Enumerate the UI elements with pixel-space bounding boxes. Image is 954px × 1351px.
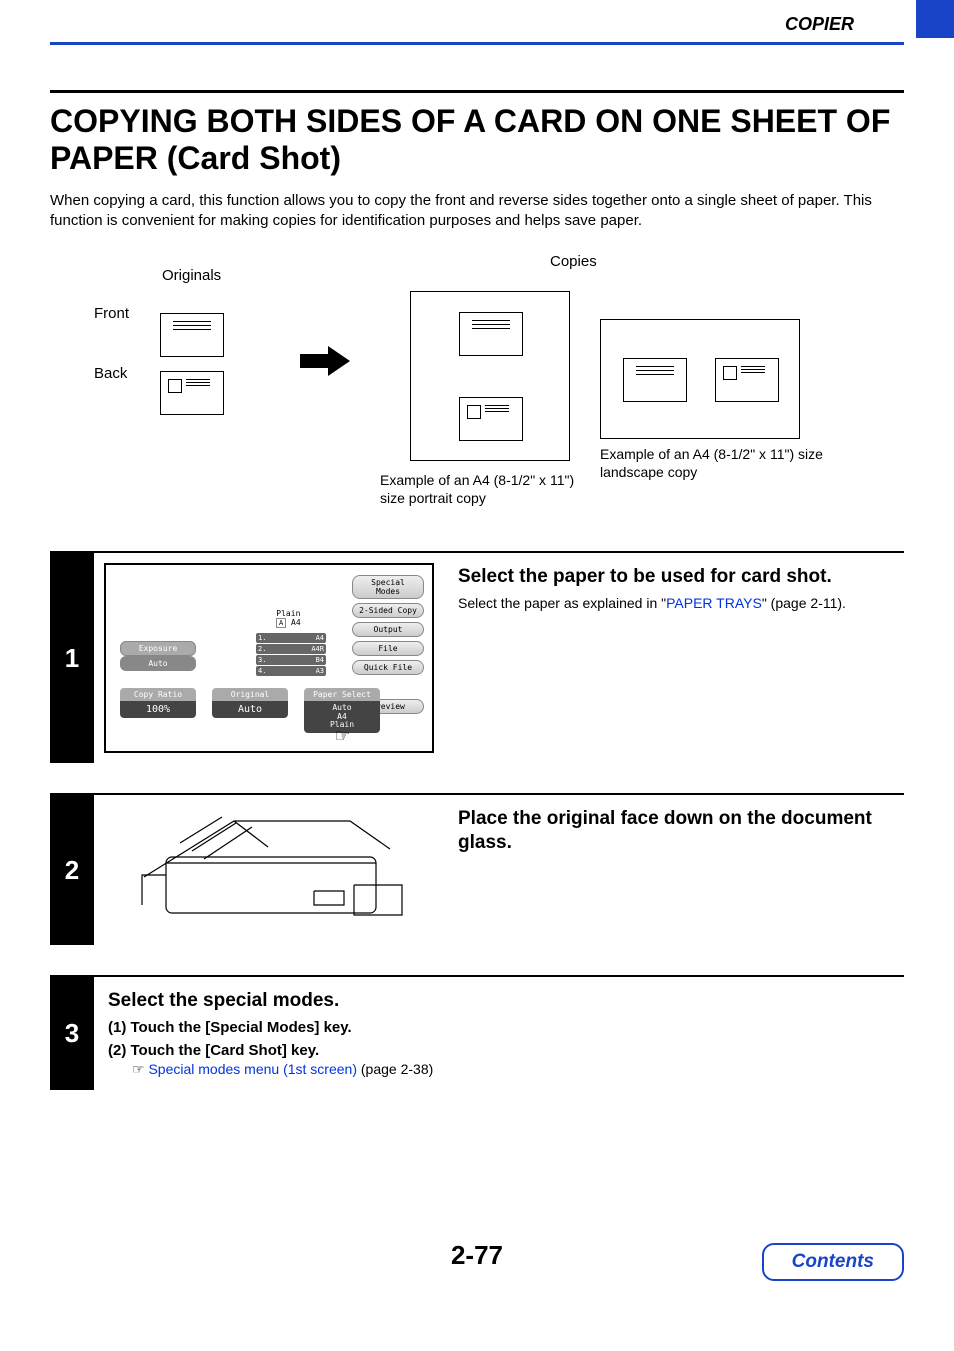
step-2-title: Place the original face down on the docu… xyxy=(458,807,890,855)
copier-ui-screenshot: Special Modes 2-Sided Copy Output File Q… xyxy=(104,563,434,753)
diagram: Originals Front Back Copies Example of a… xyxy=(50,261,904,521)
step-2: 2 xyxy=(50,793,904,945)
copies-label: Copies xyxy=(550,253,597,270)
originals-label: Originals xyxy=(162,267,221,284)
scanner-illustration xyxy=(104,805,434,935)
tray-list: 1.A4 2.A4R 3.B4 4.A3 xyxy=(256,633,326,677)
top-stripe xyxy=(916,0,954,38)
special-modes-menu-link[interactable]: Special modes menu (1st screen) xyxy=(148,1061,357,1077)
arrow-icon xyxy=(300,346,350,376)
section-header: COPIER xyxy=(785,14,854,35)
copy-ratio-control[interactable]: Copy Ratio 100% xyxy=(120,688,196,733)
title-rule xyxy=(50,90,904,93)
front-card-icon xyxy=(160,313,224,357)
header-rule xyxy=(50,42,904,45)
step-3-note: ☞ Special modes menu (1st screen) (page … xyxy=(132,1061,890,1078)
step-3-number: 3 xyxy=(50,977,94,1090)
portrait-caption: Example of an A4 (8-1/2" x 11") size por… xyxy=(380,471,600,507)
back-card-icon xyxy=(160,371,224,415)
two-sided-copy-button[interactable]: 2-Sided Copy xyxy=(352,603,424,618)
landscape-caption: Example of an A4 (8-1/2" x 11") size lan… xyxy=(600,445,830,481)
step-1-text: Select the paper as explained in "PAPER … xyxy=(458,595,890,611)
exposure-control[interactable]: Exposure Auto xyxy=(120,641,196,671)
page-title: COPYING BOTH SIDES OF A CARD ON ONE SHEE… xyxy=(50,103,904,177)
step-2-number: 2 xyxy=(50,795,94,945)
output-button[interactable]: Output xyxy=(352,622,424,637)
step-3-title: Select the special modes. xyxy=(108,989,890,1013)
step-1: 1 Special Modes 2-Sided Copy Output File… xyxy=(50,551,904,763)
step-3-item1: (1) Touch the [Special Modes] key. xyxy=(108,1019,890,1036)
contents-button[interactable]: Contents xyxy=(762,1243,904,1281)
paper-trays-link[interactable]: PAPER TRAYS xyxy=(666,595,762,611)
step-1-number: 1 xyxy=(50,553,94,763)
intro-text: When copying a card, this function allow… xyxy=(50,191,904,232)
file-button[interactable]: File xyxy=(352,641,424,656)
original-control[interactable]: Original Auto xyxy=(212,688,288,733)
step-3: 3 Select the special modes. (1) Touch th… xyxy=(50,975,904,1090)
step-3-item2: (2) Touch the [Card Shot] key. xyxy=(108,1042,890,1059)
front-label: Front xyxy=(94,305,129,322)
hand-pointer-icon: ☞ xyxy=(336,724,349,749)
portrait-copy-icon xyxy=(410,291,570,461)
quick-file-button[interactable]: Quick File xyxy=(352,660,424,675)
paper-type-indicator: Plain A A4 xyxy=(276,609,301,627)
step-1-title: Select the paper to be used for card sho… xyxy=(458,565,890,589)
back-label: Back xyxy=(94,365,127,382)
special-modes-button[interactable]: Special Modes xyxy=(352,575,424,599)
landscape-copy-icon xyxy=(600,319,800,439)
